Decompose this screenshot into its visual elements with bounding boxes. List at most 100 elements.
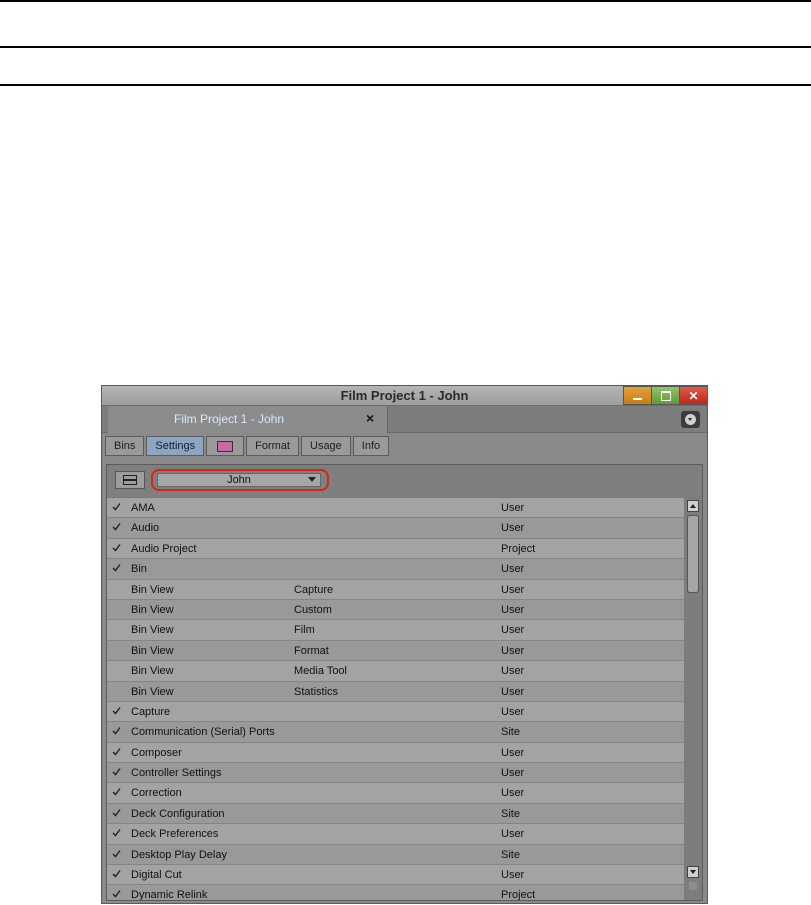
settings-row[interactable]: Bin View Film User xyxy=(107,620,684,641)
setting-kind: User xyxy=(501,644,525,657)
setting-kind: User xyxy=(501,665,525,678)
close-icon: ✕ xyxy=(688,388,699,403)
settings-row[interactable]: Digital Cut User xyxy=(107,865,684,886)
setting-name: Dynamic Relink xyxy=(131,889,208,900)
settings-row[interactable]: Dynamic Relink Project xyxy=(107,885,684,900)
settings-row[interactable]: Composer User xyxy=(107,742,684,764)
scroll-thumb[interactable] xyxy=(687,515,699,593)
project-subtabs: Bins Settings Format Usage Info xyxy=(105,436,391,458)
setting-kind: User xyxy=(501,746,525,759)
checkmark-icon[interactable] xyxy=(112,543,122,552)
scroll-up-button[interactable] xyxy=(687,500,699,512)
setting-subtype: Format xyxy=(294,644,329,657)
setting-name: Digital Cut xyxy=(131,869,182,882)
setting-name: Bin xyxy=(131,563,147,576)
setting-name: Bin View xyxy=(131,583,174,596)
settings-row[interactable]: Deck Configuration Site xyxy=(107,803,684,825)
checkmark-icon[interactable] xyxy=(112,869,122,878)
setting-name: Composer xyxy=(131,746,182,759)
setting-kind: User xyxy=(501,705,525,718)
tab-info[interactable]: Info xyxy=(352,436,390,456)
setting-subtype: Capture xyxy=(294,583,334,596)
setting-kind: User xyxy=(501,767,525,780)
view-toggle-button[interactable] xyxy=(115,471,145,489)
settings-row[interactable]: Correction User xyxy=(107,783,684,804)
vertical-scrollbar[interactable] xyxy=(685,498,702,900)
setting-kind: Site xyxy=(501,807,520,820)
window-title: Film Project 1 - John xyxy=(340,388,469,403)
settings-row[interactable]: Bin View Capture User xyxy=(107,579,684,600)
setting-kind: Project xyxy=(501,542,536,555)
checkmark-icon[interactable] xyxy=(112,747,122,756)
setting-kind: User xyxy=(501,563,525,576)
settings-row[interactable]: Controller Settings User xyxy=(107,763,684,784)
settings-row[interactable]: Bin View Format User xyxy=(107,640,684,662)
checkmark-icon[interactable] xyxy=(112,522,122,531)
setting-name: Controller Settings xyxy=(131,767,222,780)
maximize-button[interactable] xyxy=(651,386,680,405)
checkmark-icon[interactable] xyxy=(112,787,122,797)
settings-row[interactable]: Deck Preferences User xyxy=(107,824,684,845)
checkmark-icon[interactable] xyxy=(112,849,122,858)
settings-row[interactable]: Communication (Serial) Ports Site xyxy=(107,722,684,743)
checkmark-icon[interactable] xyxy=(112,502,122,511)
tab-bins[interactable]: Bins xyxy=(105,436,145,456)
user-select[interactable]: John xyxy=(157,473,321,487)
settings-panel: John AMA User Audio User Audio Project Projec… xyxy=(106,464,703,901)
split-view-icon xyxy=(123,475,137,485)
setting-name: Desktop Play Delay xyxy=(131,848,227,861)
setting-name: Bin View xyxy=(131,603,174,616)
setting-kind: User xyxy=(501,624,525,637)
setting-kind: User xyxy=(501,685,525,698)
tab-format[interactable]: Format xyxy=(246,436,299,456)
settings-row[interactable]: AMA User xyxy=(107,498,684,519)
tab-usage[interactable]: Usage xyxy=(301,436,351,456)
settings-toolbar: John xyxy=(107,465,702,497)
project-window: Film Project 1 - John ✕ Film Project 1 -… xyxy=(101,385,708,904)
settings-list: AMA User Audio User Audio Project Project Bin U… xyxy=(107,498,684,900)
checkmark-icon[interactable] xyxy=(112,706,122,715)
settings-row[interactable]: Capture User xyxy=(107,701,684,723)
color-swatch-icon xyxy=(217,440,234,452)
checkmark-icon[interactable] xyxy=(112,828,122,837)
settings-row[interactable]: Audio Project Project xyxy=(107,538,684,560)
arrow-up-icon xyxy=(690,504,696,508)
checkmark-icon[interactable] xyxy=(112,767,122,776)
setting-kind: User xyxy=(501,522,525,535)
minimize-button[interactable] xyxy=(623,386,652,405)
setting-name: Deck Preferences xyxy=(131,828,219,841)
setting-name: Bin View xyxy=(131,685,174,698)
settings-row[interactable]: Desktop Play Delay Site xyxy=(107,844,684,866)
resize-grip[interactable] xyxy=(689,882,697,890)
close-window-button[interactable]: ✕ xyxy=(679,386,707,405)
document-rule-bottom xyxy=(0,84,811,86)
settings-row[interactable]: Audio User xyxy=(107,518,684,539)
tab-film-project[interactable]: Film Project 1 - John × xyxy=(108,406,388,433)
fast-menu-button[interactable] xyxy=(681,411,700,428)
scroll-down-button[interactable] xyxy=(687,866,699,878)
tab-color[interactable] xyxy=(206,436,245,456)
setting-name: Audio Project xyxy=(131,542,197,555)
document-rule-middle xyxy=(0,46,811,48)
setting-subtype: Film xyxy=(294,624,315,637)
settings-row[interactable]: Bin View Statistics User xyxy=(107,681,684,702)
tab-label: Film Project 1 - John xyxy=(174,412,285,426)
setting-kind: User xyxy=(501,869,525,882)
close-tab-icon[interactable]: × xyxy=(366,410,374,426)
tab-settings[interactable]: Settings xyxy=(146,436,205,456)
settings-row[interactable]: Bin View Media Tool User xyxy=(107,661,684,682)
checkmark-icon[interactable] xyxy=(112,808,122,817)
setting-name: Bin View xyxy=(131,644,174,657)
checkmark-icon[interactable] xyxy=(112,726,122,735)
setting-kind: Project xyxy=(501,889,536,900)
window-titlebar[interactable]: Film Project 1 - John ✕ xyxy=(102,386,707,406)
checkmark-icon[interactable] xyxy=(112,889,122,898)
setting-subtype: Media Tool xyxy=(294,665,347,678)
setting-kind: User xyxy=(501,787,525,800)
settings-row[interactable]: Bin User xyxy=(107,559,684,580)
setting-name: Communication (Serial) Ports xyxy=(131,726,275,739)
checkmark-icon[interactable] xyxy=(112,563,122,572)
chevron-down-icon[interactable] xyxy=(308,477,316,482)
dropdown-menu-icon xyxy=(685,414,696,425)
settings-row[interactable]: Bin View Custom User xyxy=(107,599,684,621)
